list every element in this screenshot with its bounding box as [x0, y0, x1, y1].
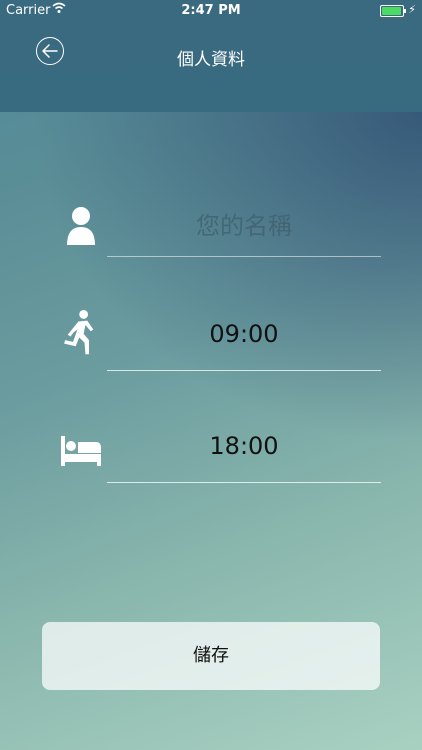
- name-input[interactable]: 您的名稱: [107, 206, 381, 257]
- charging-icon: ⚡: [408, 3, 416, 16]
- status-bar: Carrier 2:47 PM ⚡: [0, 0, 422, 22]
- clock: 2:47 PM: [181, 3, 241, 18]
- running-person-icon: [64, 310, 94, 355]
- background-gradient: [0, 112, 422, 472]
- sleep-time-field[interactable]: 18:00: [107, 432, 381, 483]
- battery-level: [382, 7, 401, 15]
- page-title: 個人資料: [177, 50, 245, 70]
- person-icon: [67, 207, 95, 245]
- bed-icon: [61, 436, 101, 466]
- save-button[interactable]: 儲存: [42, 622, 380, 690]
- wake-time-field[interactable]: 09:00: [107, 320, 381, 371]
- battery-icon: [380, 5, 406, 17]
